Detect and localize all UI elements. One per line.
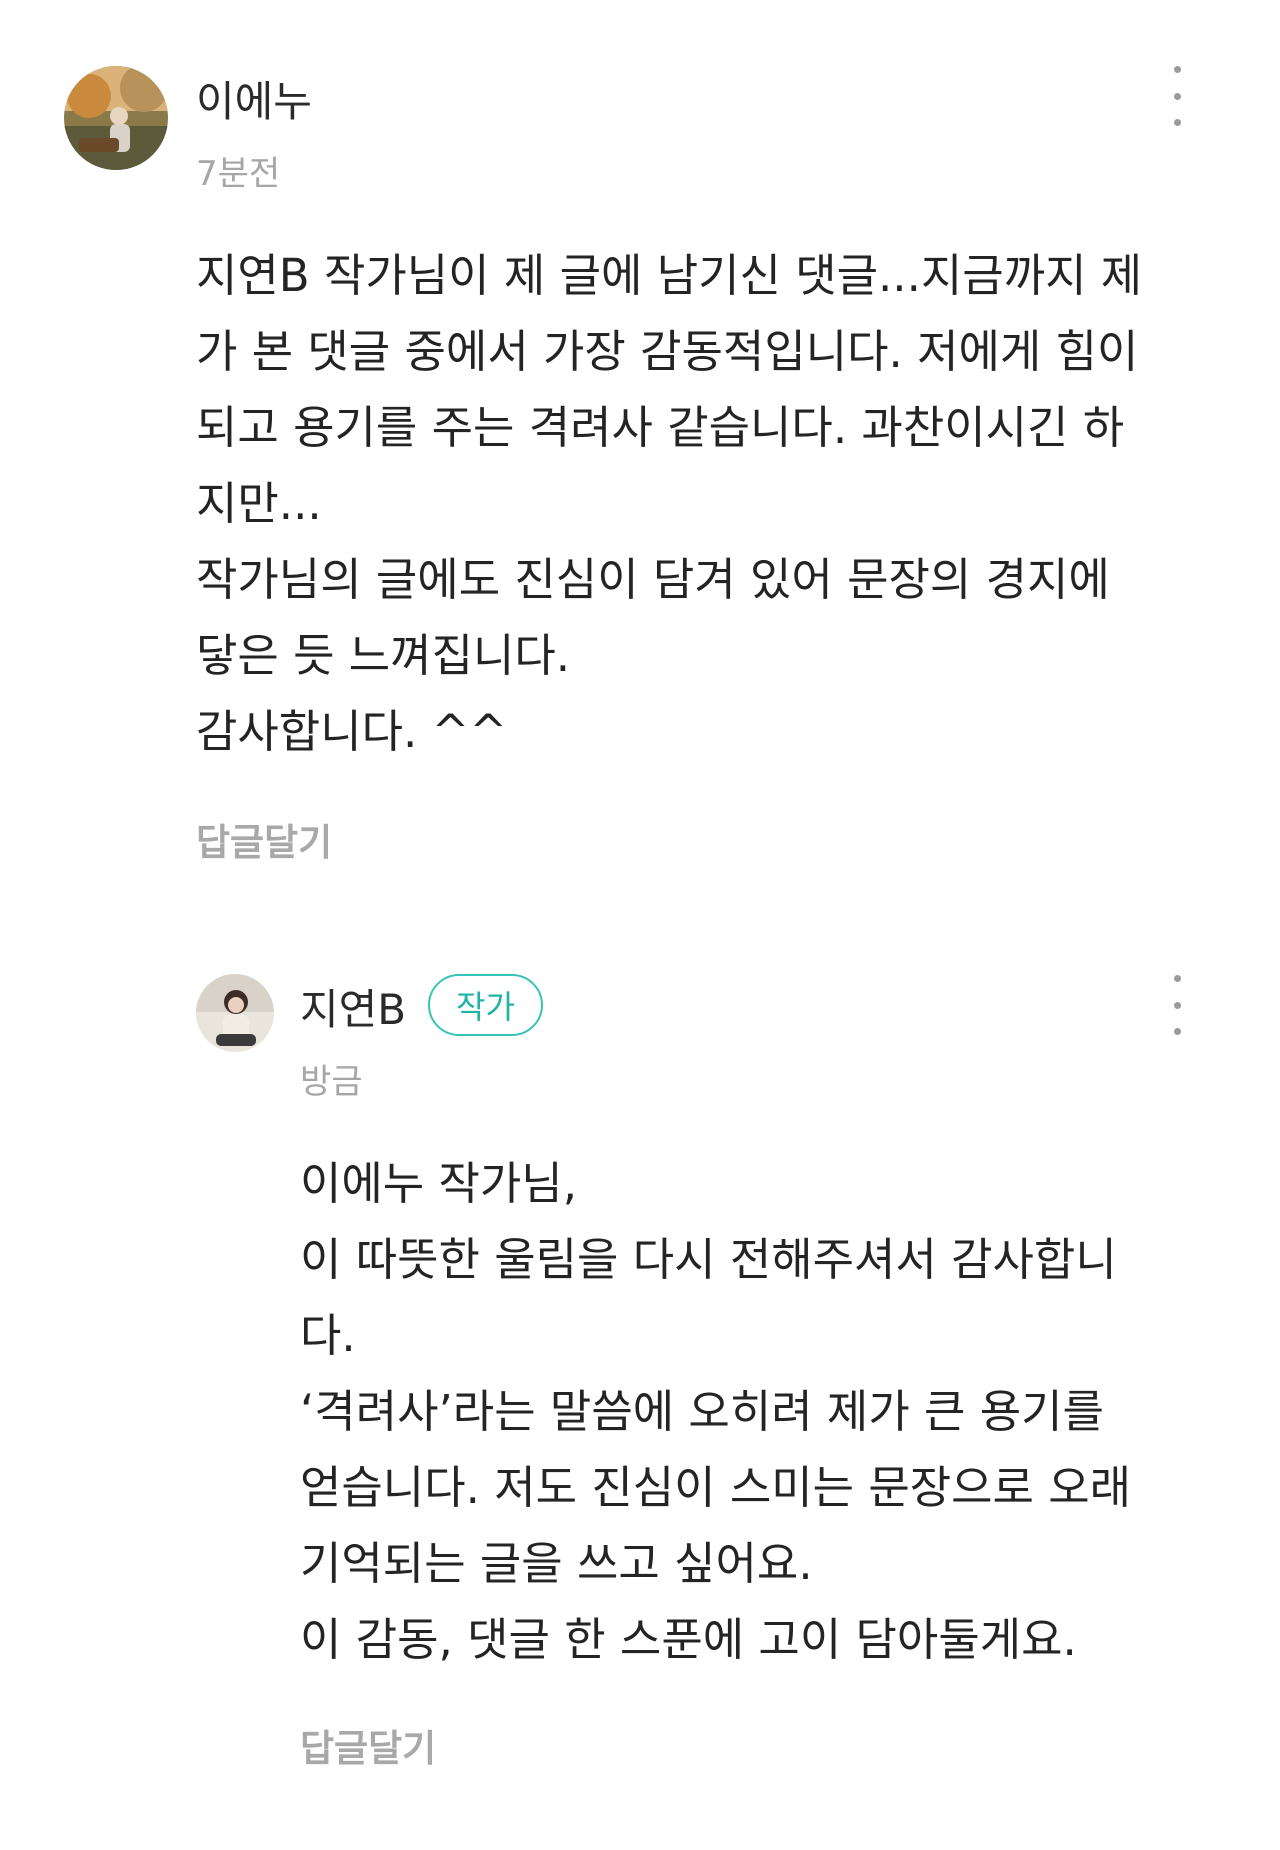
comment-line: 기억되는 글을 쓰고 싶어요. [300,1537,813,1590]
comment-body: 이에누 작가님, 이 따뜻한 울림을 다시 전해주셔서 감사합니 다. ‘격려사… [300,1146,1131,1678]
comment-line: 이에누 작가님, [300,1157,578,1210]
comment-line: ‘격려사’라는 말씀에 오히려 제가 큰 용기를 [300,1385,1104,1438]
author-badge: 작가 [428,974,543,1036]
reply-comment-item: 지연B 작가 방금 이에누 작가님, 이 따뜻한 울림을 다시 전해주셔서 감사… [0,0,1280,1850]
profile-photo-icon [196,974,274,1052]
comment-author[interactable]: 지연B [300,976,406,1037]
reply-button[interactable]: 답글달기 [300,1718,436,1772]
more-dot [1173,1001,1181,1009]
more-dot [1173,1028,1181,1035]
more-vertical-icon[interactable] [1162,975,1192,1035]
comment-timestamp: 방금 [300,1062,363,1102]
comment-line: 얻습니다. 저도 진심이 스미는 문장으로 오래 [300,1461,1132,1514]
comment-line: 이 감동, 댓글 한 스푼에 고이 담아둘게요. [300,1613,1077,1666]
comment-line: 다. [300,1309,356,1362]
comment-line: 이 따뜻한 울림을 다시 전해주셔서 감사합니 [300,1233,1117,1286]
avatar[interactable] [196,974,274,1052]
more-dot [1173,975,1181,982]
